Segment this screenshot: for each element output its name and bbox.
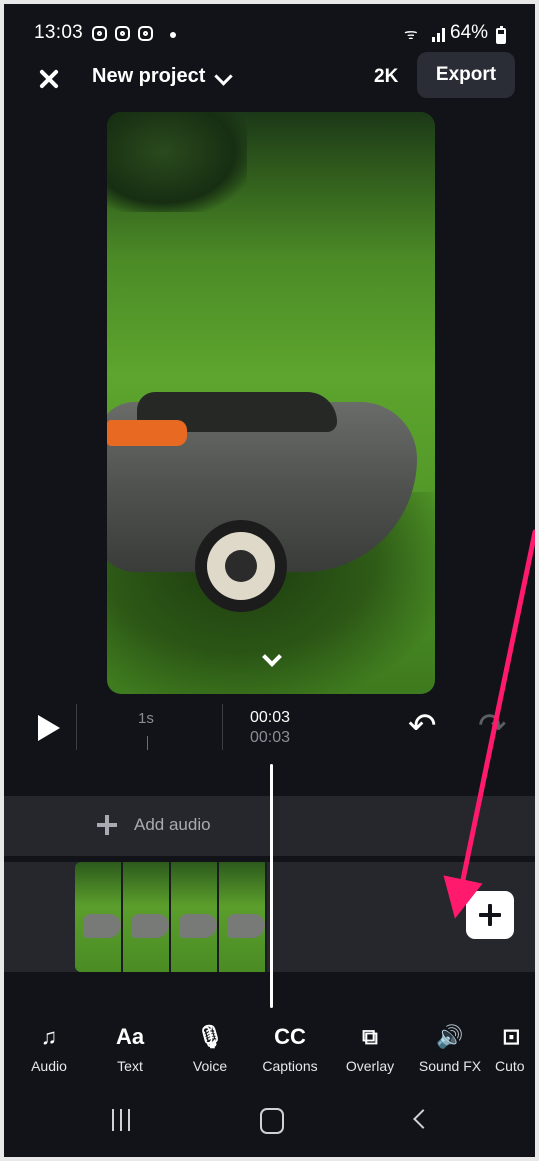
resolution-selector[interactable]: 2K (374, 66, 398, 88)
app-screen: 13:03 ᯤ 64% New project 2K Export 1s 00:… (4, 4, 535, 1157)
clip-thumbnail (75, 862, 123, 972)
clip-thumbnail (123, 862, 171, 972)
playhead[interactable] (270, 764, 273, 1008)
tool-label: Text (117, 1058, 143, 1074)
ruler-mark: 1s (138, 710, 154, 727)
tool-cutout[interactable]: ⊡ Cuto (490, 1022, 535, 1074)
instagram-icon (92, 26, 107, 41)
home-icon[interactable] (260, 1108, 284, 1134)
back-icon[interactable] (413, 1109, 433, 1129)
video-preview[interactable] (107, 112, 435, 694)
undo-icon[interactable]: ↶ (408, 706, 437, 746)
total-time: 00:03 (250, 729, 291, 746)
tool-text[interactable]: Aa Text (90, 1022, 170, 1074)
tool-label: Overlay (345, 1058, 395, 1074)
ruler-tick (147, 736, 148, 750)
preview-foliage (107, 112, 247, 212)
signal-icon (432, 28, 448, 42)
overlay-icon: ⧉ (362, 1024, 378, 1049)
tool-label: Sound FX (418, 1058, 482, 1074)
video-clip[interactable] (75, 862, 270, 972)
export-button[interactable]: Export (417, 52, 515, 98)
add-clip-button[interactable] (466, 891, 514, 939)
robot-mower-stripe (107, 420, 187, 446)
sound-fx-icon: 🔊 (436, 1024, 464, 1049)
instagram-icon (115, 26, 130, 41)
battery-level: 64% (450, 22, 489, 43)
tool-label: Cuto (495, 1058, 525, 1074)
chevron-down-icon[interactable] (214, 67, 233, 86)
system-navigation-bar (4, 1096, 535, 1154)
battery-icon (496, 26, 506, 44)
tool-sound-fx[interactable]: 🔊 Sound FX (410, 1022, 490, 1074)
instagram-icon (138, 26, 153, 41)
clip-thumbnail (219, 862, 267, 972)
current-time: 00:03 (250, 709, 291, 726)
tool-audio[interactable]: ♫ Audio (9, 1022, 89, 1074)
tool-label: Audio (31, 1058, 67, 1074)
plus-icon (479, 904, 501, 926)
robot-mower-wheel (195, 520, 287, 612)
close-icon[interactable] (34, 62, 64, 96)
cutout-icon: ⊡ (502, 1024, 521, 1049)
tool-captions[interactable]: CC Captions (250, 1022, 330, 1074)
text-icon: Aa (115, 1024, 145, 1049)
redo-icon[interactable]: ↶ (478, 706, 507, 746)
divider (76, 704, 77, 750)
tool-overlay[interactable]: ⧉ Overlay (330, 1022, 410, 1074)
recents-icon[interactable] (110, 1109, 132, 1131)
tool-label: Captions (262, 1058, 318, 1074)
tool-label: Voice (192, 1058, 228, 1074)
captions-icon: CC (274, 1024, 306, 1049)
play-icon[interactable] (38, 715, 60, 741)
tool-voice[interactable]: 🎙 Voice (170, 1022, 250, 1074)
add-audio-button[interactable]: Add audio (134, 815, 211, 835)
bottom-toolbar: ♫ Audio Aa Text 🎙 Voice CC Captions ⧉ Ov… (4, 1022, 535, 1086)
notification-dot-icon (170, 32, 176, 38)
divider (222, 704, 223, 750)
plus-icon[interactable] (97, 815, 117, 835)
clip-thumbnail (171, 862, 219, 972)
status-bar: 13:03 ᯤ 64% (4, 20, 535, 50)
wifi-icon: ᯤ (404, 26, 418, 43)
microphone-icon: 🎙 (196, 1024, 224, 1049)
status-time: 13:03 (34, 22, 84, 43)
project-title[interactable]: New project (92, 65, 205, 88)
music-note-icon: ♫ (40, 1024, 58, 1049)
